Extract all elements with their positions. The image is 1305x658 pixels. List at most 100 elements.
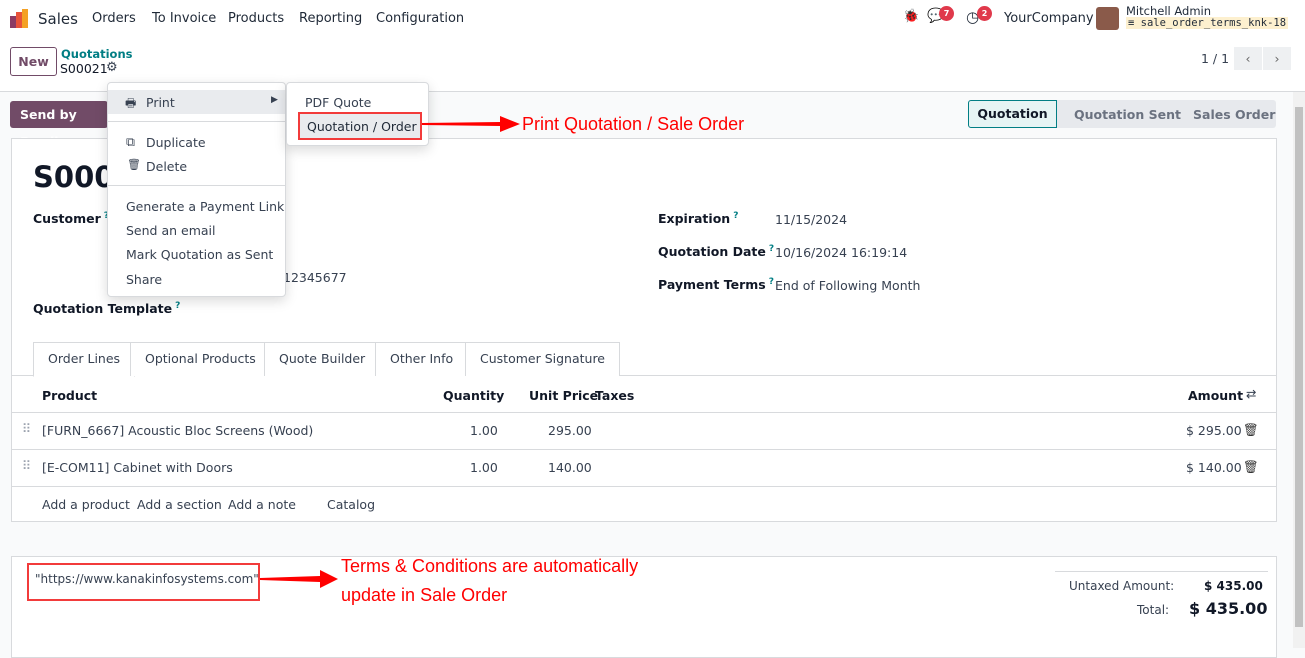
- expiration-label-text: Expiration: [658, 211, 731, 227]
- payment-terms-field[interactable]: End of Following Month: [775, 278, 920, 293]
- help-icon[interactable]: ?: [175, 301, 180, 311]
- menu-item-quotation-order[interactable]: Quotation / Order: [298, 112, 422, 140]
- sales-app-icon[interactable]: [10, 9, 30, 28]
- total-amount: $ 435.00: [1189, 599, 1268, 618]
- col-amount[interactable]: Amount: [1188, 388, 1243, 403]
- unit-price-cell[interactable]: 295.00: [548, 423, 592, 438]
- menu-item-send-email[interactable]: Send an email: [126, 223, 215, 238]
- annotation-arrow-print: [422, 116, 520, 132]
- help-icon[interactable]: ?: [769, 244, 774, 254]
- terms-note[interactable]: "https://www.kanakinfosystems.com": [27, 563, 260, 601]
- row-divider: [11, 486, 1277, 487]
- tab-optional-products[interactable]: Optional Products: [130, 342, 271, 376]
- col-quantity[interactable]: Quantity: [443, 388, 504, 403]
- drag-handle-icon[interactable]: ⠿: [22, 421, 31, 436]
- amount-cell: $ 140.00: [1186, 460, 1242, 475]
- stage-quotation[interactable]: Quotation: [968, 100, 1057, 128]
- send-by-email-button[interactable]: Send by Email: [10, 101, 108, 149]
- product-cell[interactable]: [FURN_6667] Acoustic Bloc Screens (Wood): [42, 423, 313, 438]
- caret-right-icon: ▶: [271, 95, 278, 105]
- amount-cell: $ 295.00: [1186, 423, 1242, 438]
- menu-configuration[interactable]: Configuration: [376, 11, 464, 26]
- unit-price-cell[interactable]: 140.00: [548, 460, 592, 475]
- payment-terms-label: Payment Terms?: [658, 277, 774, 292]
- duplicate-icon: ⧉: [126, 134, 135, 149]
- add-product-link[interactable]: Add a product: [42, 497, 130, 512]
- quotation-template-label: Quotation Template?: [33, 301, 180, 316]
- annotation-arrow-terms: [260, 570, 338, 588]
- total-label: Total:: [1137, 603, 1170, 617]
- printer-icon: 🖶: [125, 96, 137, 110]
- add-note-link[interactable]: Add a note: [228, 497, 296, 512]
- menu-item-duplicate[interactable]: Duplicate: [146, 135, 206, 150]
- database-name: ≡ sale_order_terms_knk-18: [1126, 17, 1289, 29]
- menu-divider: [108, 121, 285, 122]
- print-submenu: PDF Quote Quotation / Order: [286, 82, 429, 146]
- pager-next-button[interactable]: ›: [1263, 47, 1291, 70]
- quotation-date-label: Quotation Date?: [658, 244, 774, 259]
- tab-other-info[interactable]: Other Info: [375, 342, 469, 376]
- print-label: Print: [146, 95, 175, 110]
- help-icon[interactable]: ?: [769, 277, 774, 287]
- trash-icon[interactable]: 🗑: [1243, 422, 1259, 438]
- add-section-link[interactable]: Add a section: [137, 497, 222, 512]
- menu-products[interactable]: Products: [228, 11, 284, 26]
- col-taxes[interactable]: Taxes: [595, 388, 634, 403]
- customer-label-text: Customer: [33, 211, 101, 227]
- avatar[interactable]: [1096, 7, 1119, 30]
- activity-badge: 2: [977, 6, 992, 21]
- col-unit-price[interactable]: Unit Price: [529, 388, 598, 403]
- tab-customer-signature[interactable]: Customer Signature: [465, 342, 620, 376]
- new-button[interactable]: New: [10, 47, 57, 76]
- table-spacer: [11, 522, 1277, 556]
- menu-item-pdf-quote[interactable]: PDF Quote: [305, 95, 371, 110]
- menu-item-delete[interactable]: Delete: [146, 159, 187, 174]
- annotation-print: Print Quotation / Sale Order: [522, 114, 745, 134]
- quotation-date-field[interactable]: 10/16/2024 16:19:14: [775, 245, 907, 260]
- scrollbar[interactable]: [1293, 92, 1305, 648]
- row-divider: [11, 412, 1277, 413]
- menu-item-print[interactable]: 🖶 Print ▶: [108, 90, 285, 114]
- record-name: S00021: [60, 61, 108, 76]
- expiration-field[interactable]: 11/15/2024: [775, 212, 847, 227]
- annotation-terms-line1: Terms & Conditions are automatically: [341, 556, 639, 576]
- chat-badge: 7: [939, 6, 954, 21]
- app-name[interactable]: Sales: [38, 10, 78, 28]
- stage-sales-order[interactable]: Sales Order: [1193, 107, 1275, 122]
- menu-to-invoice[interactable]: To Invoice: [152, 11, 216, 26]
- scrollbar-thumb[interactable]: [1295, 107, 1303, 627]
- row-divider: [11, 556, 1277, 557]
- quantity-cell[interactable]: 1.00: [470, 423, 498, 438]
- catalog-link[interactable]: Catalog: [327, 497, 375, 512]
- totals-divider: [1055, 571, 1268, 572]
- user-name[interactable]: Mitchell Admin: [1126, 4, 1211, 18]
- menu-item-share[interactable]: Share: [126, 272, 162, 287]
- template-label-text: Quotation Template: [33, 301, 173, 317]
- gear-icon[interactable]: ⚙: [106, 60, 118, 75]
- expiration-label: Expiration?: [658, 211, 738, 226]
- product-cell[interactable]: [E-COM11] Cabinet with Doors: [42, 460, 233, 475]
- company-switcher[interactable]: YourCompany: [1004, 11, 1094, 26]
- trash-icon[interactable]: 🗑: [1243, 459, 1259, 475]
- pager-prev-button[interactable]: ‹: [1234, 47, 1262, 70]
- menu-item-payment-link[interactable]: Generate a Payment Link: [126, 199, 284, 214]
- bug-icon[interactable]: 🐞: [903, 9, 919, 24]
- quantity-cell[interactable]: 1.00: [470, 460, 498, 475]
- optional-columns-icon[interactable]: ⇄: [1246, 386, 1256, 401]
- customer-label: Customer?: [33, 211, 109, 226]
- menu-item-mark-sent[interactable]: Mark Quotation as Sent: [126, 247, 273, 262]
- tab-quote-builder[interactable]: Quote Builder: [264, 342, 381, 376]
- untaxed-amount: $ 435.00: [1204, 579, 1263, 593]
- col-product[interactable]: Product: [42, 388, 97, 403]
- stage-quotation-sent[interactable]: Quotation Sent: [1074, 107, 1181, 122]
- database-label: sale_order_terms_knk-18: [1140, 17, 1287, 29]
- drag-handle-icon[interactable]: ⠿: [22, 458, 31, 473]
- menu-reporting[interactable]: Reporting: [299, 11, 362, 26]
- trash-icon: 🗑: [127, 158, 141, 171]
- terms-label-text: Payment Terms: [658, 277, 766, 293]
- tab-order-lines[interactable]: Order Lines: [33, 342, 136, 377]
- breadcrumb-quotations[interactable]: Quotations: [61, 47, 133, 61]
- help-icon[interactable]: ?: [733, 211, 738, 221]
- menu-orders[interactable]: Orders: [92, 11, 136, 26]
- statusbar: Quotation Quotation Sent Sales Order: [968, 100, 1276, 128]
